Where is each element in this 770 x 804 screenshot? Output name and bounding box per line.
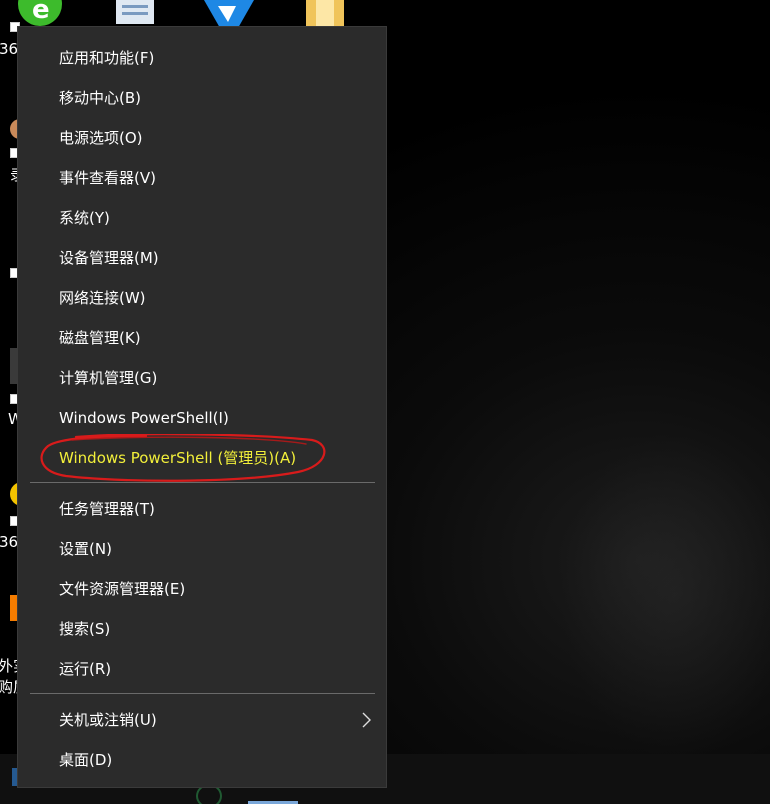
menu-item-label: Windows PowerShell (管理员)(A) [59,449,297,467]
menu-item-label: 移动中心(B) [59,89,141,107]
menu-item-disk-management[interactable]: 磁盘管理(K) [18,318,386,358]
menu-item-run[interactable]: 运行(R) [18,649,386,689]
background-glow [560,430,770,760]
chevron-right-icon [362,712,371,728]
svg-text:e: e [32,0,50,25]
menu-item-network-connections[interactable]: 网络连接(W) [18,278,386,318]
menu-item-computer-management[interactable]: 计算机管理(G) [18,358,386,398]
menu-item-label: 关机或注销(U) [59,711,157,729]
menu-item-label: 电源选项(O) [59,129,143,147]
menu-item-label: Windows PowerShell(I) [59,409,229,427]
menu-item-settings[interactable]: 设置(N) [18,529,386,569]
menu-separator [30,693,375,694]
menu-item-power-options[interactable]: 电源选项(O) [18,118,386,158]
menu-item-task-manager[interactable]: 任务管理器(T) [18,489,386,529]
menu-item-desktop[interactable]: 桌面(D) [18,740,386,780]
menu-item-windows-powershell[interactable]: Windows PowerShell(I) [18,398,386,438]
menu-item-label: 运行(R) [59,660,112,678]
menu-item-label: 应用和功能(F) [59,49,155,67]
menu-item-label: 设置(N) [59,540,112,558]
menu-item-label: 系统(Y) [59,209,110,227]
menu-item-label: 网络连接(W) [59,289,146,307]
menu-item-file-explorer[interactable]: 文件资源管理器(E) [18,569,386,609]
menu-item-system[interactable]: 系统(Y) [18,198,386,238]
menu-item-event-viewer[interactable]: 事件查看器(V) [18,158,386,198]
menu-item-label: 任务管理器(T) [59,500,155,518]
menu-item-label: 磁盘管理(K) [59,329,141,347]
menu-item-windows-powershell-admin[interactable]: Windows PowerShell (管理员)(A) [18,438,386,478]
folder-icon[interactable] [304,0,348,26]
menu-item-device-manager[interactable]: 设备管理器(M) [18,238,386,278]
winx-context-menu: 应用和功能(F) 移动中心(B) 电源选项(O) 事件查看器(V) 系统(Y) … [17,26,387,788]
menu-item-label: 设备管理器(M) [59,249,159,267]
menu-item-label: 事件查看器(V) [59,169,156,187]
menu-item-label: 搜索(S) [59,620,111,638]
desktop: e 360 录 W 360 外实 购质 应用和功能(F) 移 [0,0,770,804]
document-icon[interactable] [112,0,158,26]
menu-item-apps-and-features[interactable]: 应用和功能(F) [18,38,386,78]
menu-item-label: 文件资源管理器(E) [59,580,186,598]
menu-item-shutdown-or-signout[interactable]: 关机或注销(U) [18,700,386,740]
menu-item-label: 计算机管理(G) [59,369,158,387]
menu-item-search[interactable]: 搜索(S) [18,609,386,649]
menu-item-label: 桌面(D) [59,751,113,769]
browser-360-icon[interactable]: e [14,0,68,28]
menu-separator [30,482,375,483]
menu-item-mobility-center[interactable]: 移动中心(B) [18,78,386,118]
